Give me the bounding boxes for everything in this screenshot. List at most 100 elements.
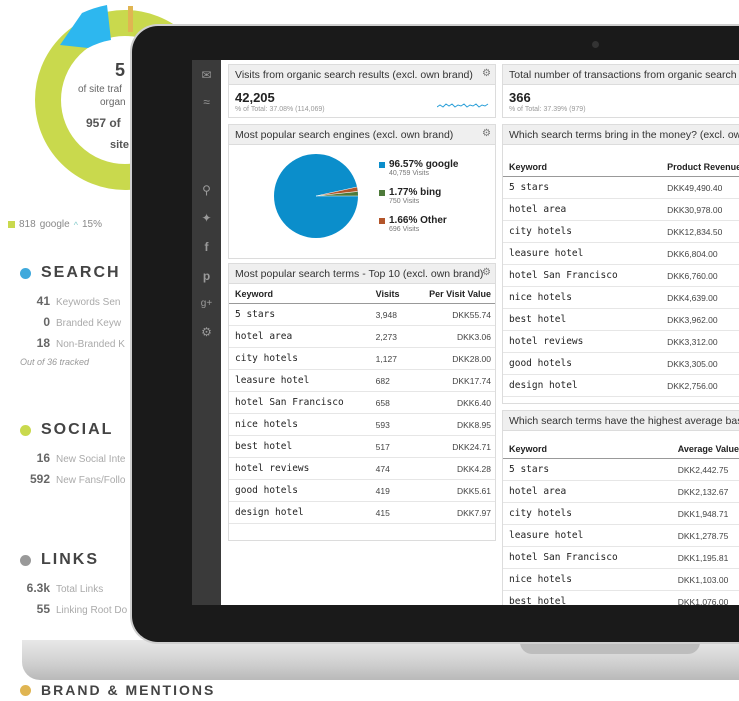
table-row[interactable]: city hotels DKK12,834.50: [503, 220, 739, 243]
widget-title: Visits from organic search results (excl…: [235, 69, 473, 81]
dashboard-screen: ✉ ≈ ⚲ ✦ f p g+ ⚙ Visits from organic sea…: [192, 60, 739, 605]
widget-title: Which search terms have the highest aver…: [509, 415, 739, 427]
keyword-cell: hotel reviews: [229, 457, 370, 480]
table-row[interactable]: 5 stars DKK2,442.75: [503, 458, 739, 481]
table-row[interactable]: leasure hotel DKK6,804.00: [503, 242, 739, 265]
table-row[interactable]: city hotels 1,127 DKK28.00: [229, 347, 495, 370]
value-cell: 593: [369, 413, 410, 436]
section-title: LINKS: [41, 551, 99, 568]
visits-widget: Visits from organic search results (excl…: [228, 64, 496, 118]
table-row[interactable]: design hotel DKK2,756.00: [503, 374, 739, 397]
value-cell: DKK2,442.75: [671, 458, 739, 481]
column-header[interactable]: Per Visit Value: [409, 284, 495, 304]
table-row[interactable]: hotel area DKK2,132.67: [503, 480, 739, 503]
keyword-cell: leasure hotel: [503, 524, 672, 547]
table-row[interactable]: nice hotels DKK1,103.00: [503, 568, 739, 591]
section-brand: BRAND & MENTIONS: [20, 682, 215, 698]
revenue-terms-widget: Which search terms bring in the money? (…: [502, 124, 739, 404]
section-links: LINKS 6.3k Total Links 55 Linking Root D…: [20, 551, 127, 616]
keyword-cell: 5 stars: [503, 176, 662, 199]
value-cell: 474: [369, 457, 410, 480]
table-row[interactable]: good hotels 419 DKK5.61: [229, 479, 495, 502]
table-row[interactable]: hotel San Francisco 658 DKK6.40: [229, 391, 495, 414]
value-cell: DKK24.71: [409, 435, 495, 458]
table-row[interactable]: hotel reviews 474 DKK4.28: [229, 457, 495, 480]
keyword-cell: design hotel: [503, 374, 662, 397]
table-row[interactable]: city hotels DKK1,948.71: [503, 502, 739, 525]
table-row[interactable]: hotel San Francisco DKK6,760.00: [503, 264, 739, 287]
section-title: SEARCH: [41, 264, 121, 281]
mail-icon[interactable]: ✉: [192, 65, 221, 85]
table-row[interactable]: leasure hotel DKK1,278.75: [503, 524, 739, 547]
search-terms-table: Keyword Visits Per Visit Value 5 stars 3,…: [229, 284, 495, 524]
table-row[interactable]: hotel reviews DKK3,312.00: [503, 330, 739, 353]
table-row[interactable]: nice hotels 593 DKK8.95: [229, 413, 495, 436]
value-cell: DKK3,312.00: [661, 330, 739, 353]
table-row[interactable]: good hotels DKK3,305.00: [503, 352, 739, 375]
settings-icon[interactable]: ⚙: [192, 322, 221, 342]
value-cell: DKK17.74: [409, 369, 495, 392]
column-header[interactable]: Visits: [369, 284, 410, 304]
pie-legend-item: 1.66% Other 696 Visits: [379, 215, 458, 233]
value-cell: 3,948: [369, 303, 410, 326]
transactions-sub: % of Total: 37.39% (979): [509, 106, 586, 113]
twitter-icon[interactable]: ✦: [192, 208, 221, 228]
donut-legend: 818 google ^ 15%: [8, 219, 102, 230]
value-cell: DKK3.06: [409, 325, 495, 348]
keyword-cell: city hotels: [503, 502, 672, 525]
donut-big-number: 5: [115, 60, 126, 80]
table-row[interactable]: 5 stars 3,948 DKK55.74: [229, 303, 495, 326]
transactions-widget: Total number of transactions from organi…: [502, 64, 739, 118]
widget-header: Most popular search engines (excl. own b…: [229, 125, 495, 145]
keyword-cell: nice hotels: [229, 413, 370, 436]
social-dot-icon: [20, 424, 31, 436]
table-row[interactable]: design hotel 415 DKK7.97: [229, 501, 495, 524]
keyword-cell: hotel area: [229, 325, 370, 348]
google-plus-icon[interactable]: g+: [192, 294, 221, 314]
value-cell: DKK3,305.00: [661, 352, 739, 375]
keyword-cell: nice hotels: [503, 568, 672, 591]
widget-header: Which search terms bring in the money? (…: [503, 125, 739, 145]
value-cell: 682: [369, 369, 410, 392]
table-row[interactable]: nice hotels DKK4,639.00: [503, 286, 739, 309]
keyword-cell: good hotels: [503, 352, 662, 375]
column-header[interactable]: Product Revenue: [661, 157, 739, 177]
keyword-cell: hotel San Francisco: [503, 546, 672, 569]
table-row[interactable]: 5 stars DKK49,490.40: [503, 176, 739, 199]
pie-legend: 96.57% google 40,759 Visits 1.77% bing 7…: [379, 159, 458, 243]
keyword-cell: good hotels: [229, 479, 370, 502]
donut-line-3: 957 of: [86, 116, 121, 130]
table-row[interactable]: best hotel DKK3,962.00: [503, 308, 739, 331]
widget-title: Total number of transactions from organi…: [509, 69, 739, 81]
value-cell: DKK4,639.00: [661, 286, 739, 309]
table-row[interactable]: leasure hotel 682 DKK17.74: [229, 369, 495, 392]
value-cell: DKK7.97: [409, 501, 495, 524]
value-cell: DKK49,490.40: [661, 176, 739, 199]
dashboard-sidebar: ✉ ≈ ⚲ ✦ f p g+ ⚙: [192, 60, 221, 605]
revenue-terms-table: Keyword Product Revenue 5 stars DKK49,490…: [503, 157, 739, 397]
donut-line-2: organ: [100, 97, 126, 108]
column-header[interactable]: Average Value: [671, 439, 739, 459]
facebook-icon[interactable]: f: [192, 237, 221, 257]
metric-row: 592 New Fans/Follo: [29, 472, 126, 486]
column-header[interactable]: Keyword: [229, 284, 370, 304]
value-cell: DKK1,278.75: [671, 524, 739, 547]
value-cell: DKK6.40: [409, 391, 495, 414]
table-row[interactable]: hotel San Francisco DKK1,195.81: [503, 546, 739, 569]
table-row[interactable]: best hotel 517 DKK24.71: [229, 435, 495, 458]
search-engines-pie: [274, 154, 358, 238]
rss-icon[interactable]: ≈: [192, 92, 221, 112]
column-header[interactable]: Keyword: [503, 157, 662, 177]
table-row[interactable]: best hotel DKK1,076.00: [503, 590, 739, 605]
column-header[interactable]: Keyword: [503, 439, 672, 459]
value-cell: 2,273: [369, 325, 410, 348]
table-row[interactable]: hotel area DKK30,978.00: [503, 198, 739, 221]
pinterest-icon[interactable]: p: [192, 266, 221, 286]
search-icon[interactable]: ⚲: [192, 180, 221, 200]
table-row[interactable]: hotel area 2,273 DKK3.06: [229, 325, 495, 348]
basket-terms-table: Keyword Average Value 5 stars DKK2,442.75…: [503, 439, 739, 605]
gear-icon[interactable]: ⚙: [482, 128, 491, 139]
gear-icon[interactable]: ⚙: [482, 68, 491, 79]
gear-icon[interactable]: ⚙: [482, 267, 491, 278]
widget-header: Which search terms have the highest aver…: [503, 411, 739, 431]
